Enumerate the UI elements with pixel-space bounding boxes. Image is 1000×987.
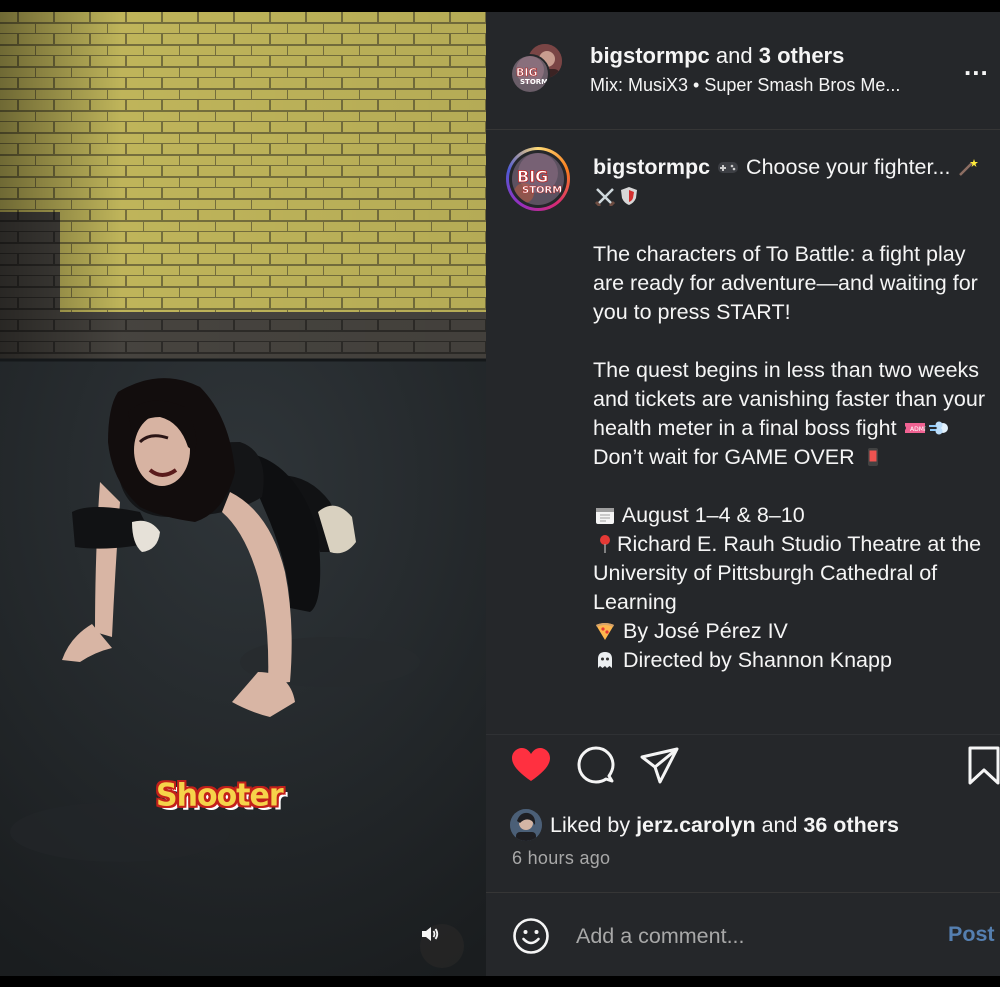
- video-frame: [0, 12, 486, 976]
- audio-track-link[interactable]: Mix: MusiX3 • Super Smash Bros Me...: [590, 75, 950, 96]
- likes-text: Liked by jerz.carolyn and 36 others: [550, 813, 899, 838]
- post-header: BIG STORM bigstormpc and 3 others Mix: M…: [486, 12, 1000, 130]
- crossed-swords-icon: [594, 188, 616, 206]
- calendar-icon: [596, 508, 614, 524]
- bigstorm-avatar-small: BIG STORM: [510, 54, 550, 94]
- bigstorm-logo: BIG STORM: [512, 153, 564, 205]
- heart-icon: [512, 748, 550, 781]
- playwright-credit: By José Pérez IV: [622, 619, 788, 643]
- post-comment-button[interactable]: Post: [948, 922, 995, 947]
- event-dates: August 1–4 & 8–10: [621, 503, 805, 527]
- comment-button[interactable]: [575, 745, 617, 787]
- svg-text:BIG: BIG: [517, 167, 548, 186]
- liker-username[interactable]: jerz.carolyn: [636, 813, 756, 837]
- svg-text:ADMIT: ADMIT: [910, 426, 926, 433]
- more-options-button[interactable]: ...: [964, 53, 989, 79]
- caption-area: BIG STORM bigstormpc Choose your fighter…: [486, 131, 1000, 721]
- magic-wand-icon: [959, 159, 979, 176]
- emoji-picker-button[interactable]: [512, 917, 550, 955]
- event-venue: Richard E. Rauh Studio Theatre at the Un…: [593, 532, 982, 614]
- shield-icon: [621, 187, 637, 205]
- shooter-sticker: Shooter: [156, 777, 284, 814]
- share-icon: [640, 747, 679, 784]
- instagram-post-modal: Shooter BIG STORM bigstormpc and 3 other…: [0, 0, 1000, 987]
- post-video[interactable]: Shooter: [0, 12, 486, 976]
- location-pin-icon: [600, 535, 610, 553]
- comment-icon: [577, 746, 615, 784]
- post-timestamp[interactable]: 6 hours ago: [512, 848, 610, 869]
- caption-text: bigstormpc Choose your fighter... The ch…: [593, 153, 988, 675]
- likes-and-text: and: [761, 812, 798, 837]
- like-button[interactable]: [510, 745, 552, 787]
- mobile-phone-icon: [867, 448, 878, 466]
- liker-avatar: [510, 809, 542, 841]
- collab-avatars[interactable]: BIG STORM: [510, 42, 566, 98]
- caption-line-1: Choose your fighter...: [746, 155, 951, 179]
- director-credit: Directed by Shannon Knapp: [622, 648, 892, 672]
- likes-summary[interactable]: Liked by jerz.carolyn and 36 others: [510, 808, 899, 842]
- smiley-icon: [513, 918, 549, 954]
- caption-paragraph-2: The quest begins in less than two weeks …: [593, 358, 985, 440]
- svg-text:STORM: STORM: [520, 78, 548, 86]
- bookmark-icon: [968, 746, 1000, 785]
- dash-icon: [928, 421, 948, 435]
- post-actions: [486, 734, 1000, 794]
- ticket-icon: ADMIT: [904, 423, 926, 433]
- svg-text:STORM: STORM: [522, 185, 562, 196]
- game-controller-icon: [718, 162, 739, 173]
- share-button[interactable]: [639, 745, 681, 787]
- pizza-icon: [596, 623, 614, 640]
- likes-others-count[interactable]: 36 others: [803, 813, 899, 837]
- post-details-panel: BIG STORM bigstormpc and 3 others Mix: M…: [486, 12, 1000, 976]
- ghost-icon: [598, 652, 612, 668]
- post-authors[interactable]: bigstormpc and 3 others: [590, 43, 844, 69]
- likes-prefix: Liked by: [550, 812, 631, 837]
- author-and-text: and: [715, 43, 753, 68]
- save-button[interactable]: [964, 745, 1000, 787]
- author-username[interactable]: bigstormpc: [590, 43, 710, 68]
- author-others[interactable]: 3 others: [759, 43, 845, 68]
- caption-paragraph-1: The characters of To Battle: a fight pla…: [593, 242, 978, 324]
- caption-username[interactable]: bigstormpc: [593, 155, 710, 179]
- caption-author-avatar[interactable]: BIG STORM: [506, 147, 570, 211]
- comment-input[interactable]: [576, 919, 916, 953]
- caption-paragraph-2b: Don’t wait for GAME OVER: [593, 445, 855, 469]
- audio-toggle-button[interactable]: [420, 924, 464, 968]
- ellipsis-icon: ...: [964, 51, 989, 81]
- comment-composer: Post: [486, 892, 1000, 976]
- speaker-icon: [422, 927, 439, 941]
